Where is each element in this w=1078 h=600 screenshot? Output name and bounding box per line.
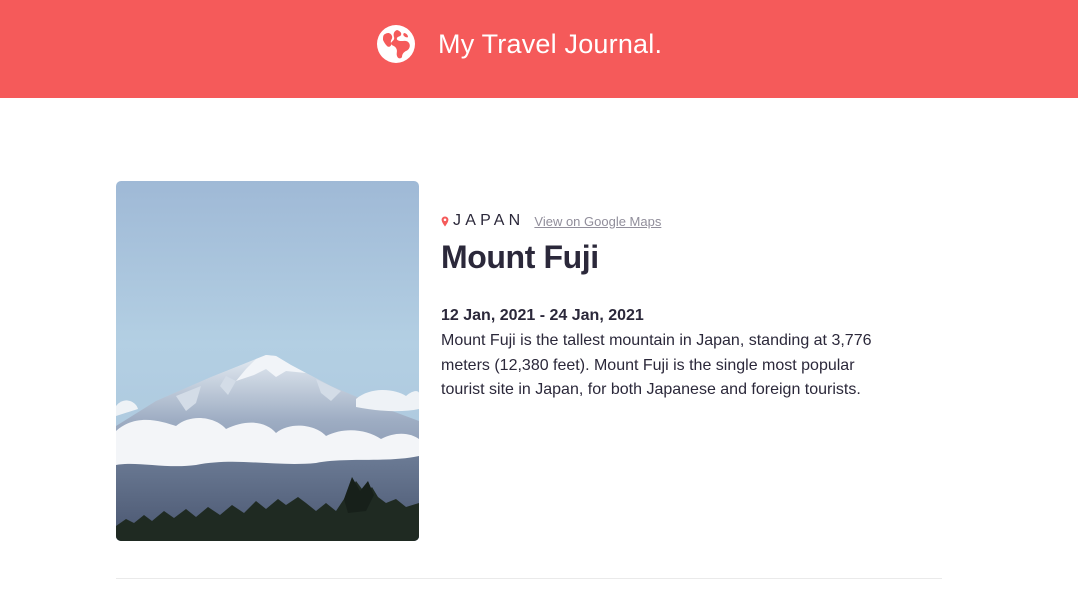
site-title: My Travel Journal. (438, 29, 663, 59)
google-maps-link[interactable]: View on Google Maps (534, 214, 661, 229)
trip-dates: 12 Jan, 2021 - 24 Jan, 2021 (441, 307, 644, 324)
mount-fuji-photo (116, 181, 419, 541)
entry-info: JAPAN View on Google Maps Mount Fuji 12 … (441, 210, 901, 419)
journal-entry: JAPAN View on Google Maps Mount Fuji 12 … (116, 181, 942, 541)
country-label: JAPAN (453, 212, 525, 229)
entry-divider (116, 578, 942, 579)
entry-description: Mount Fuji is the tallest mountain in Ja… (441, 332, 872, 398)
location-row: JAPAN View on Google Maps (441, 210, 901, 232)
map-pin-icon (441, 216, 449, 226)
entry-title: Mount Fuji (441, 239, 599, 275)
site-header: My Travel Journal. (0, 0, 1078, 98)
brand: My Travel Journal. (376, 24, 662, 64)
globe-icon (377, 25, 415, 63)
